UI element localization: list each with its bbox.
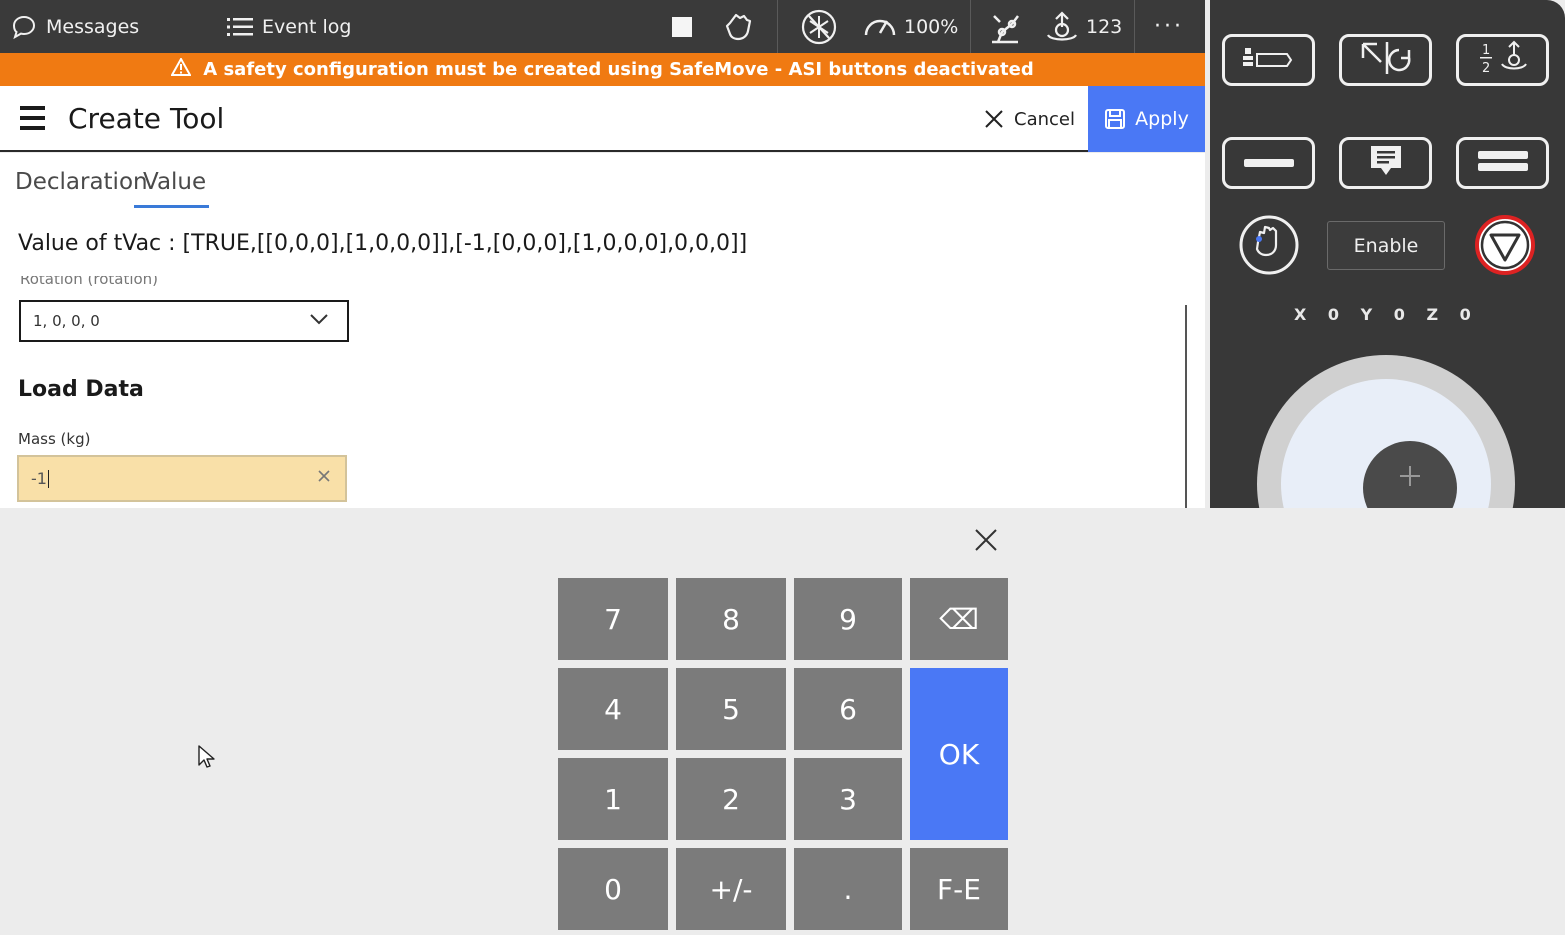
cancel-label: Cancel: [1014, 108, 1075, 130]
half-increment-icon: 12: [1472, 38, 1534, 82]
numeric-keypad-panel: 7 8 9 ⌫ 4 5 6 OK 1 2 3 0 +/- . F-E: [0, 508, 1565, 935]
tool-select-button[interactable]: [1222, 34, 1315, 86]
joystick-ring: [1257, 355, 1515, 508]
load-data-heading: Load Data: [18, 377, 144, 402]
xyz-readout: X 0 Y 0 Z 0: [1294, 305, 1473, 324]
text-caret: [47, 469, 49, 488]
key-1[interactable]: 1: [558, 758, 668, 840]
backspace-icon: ⌫: [939, 602, 979, 636]
messages-button[interactable]: Messages: [10, 0, 139, 53]
jog-increment-button[interactable]: 123: [1044, 0, 1122, 53]
cancel-button[interactable]: Cancel: [983, 86, 1075, 152]
mass-label: Mass (kg): [18, 430, 91, 448]
motor-off-button[interactable]: [800, 0, 838, 53]
robot-arm-icon: [986, 8, 1024, 46]
rotation-value: 1, 0, 0, 0: [33, 312, 100, 330]
mechanical-unit-button[interactable]: [986, 0, 1024, 53]
key-5[interactable]: 5: [676, 668, 786, 750]
backspace-key[interactable]: ⌫: [910, 578, 1008, 660]
speed-button[interactable]: 100%: [862, 0, 958, 53]
motor-off-icon: [800, 8, 838, 46]
chat-bubble-icon: [10, 14, 38, 40]
hold-to-run-button[interactable]: [1238, 214, 1300, 280]
mass-input[interactable]: -1: [17, 455, 347, 502]
stop-square-icon: [671, 16, 693, 38]
stop-button[interactable]: [671, 0, 693, 53]
page-header: Create Tool Cancel Apply: [0, 86, 1205, 152]
key-4[interactable]: 4: [558, 668, 668, 750]
key-8[interactable]: 8: [676, 578, 786, 660]
eventlog-button[interactable]: Event log: [226, 0, 351, 53]
scrollbar[interactable]: [1185, 305, 1187, 508]
flexpendant-panel: 12 Enable X 0 Y 0 Z 0: [1210, 0, 1565, 508]
banner-text: A safety configuration must be created u…: [203, 59, 1034, 80]
hand-press-icon: [1238, 215, 1300, 280]
active-tab-indicator: [134, 205, 209, 208]
speedometer-icon: [862, 11, 898, 43]
page-title: Create Tool: [68, 102, 225, 135]
top-bar: Messages Event log 100% 123 ···: [0, 0, 1205, 53]
programmable-key-1[interactable]: [1222, 137, 1315, 189]
warning-triangle-icon: [170, 56, 192, 81]
chevron-down-icon: [309, 312, 329, 330]
tab-value[interactable]: Value: [143, 169, 206, 195]
hand-icon: [722, 9, 758, 45]
more-menu-button[interactable]: ···: [1154, 0, 1184, 53]
ok-button[interactable]: OK: [910, 668, 1008, 840]
programmable-key-2[interactable]: [1339, 137, 1432, 189]
key-9[interactable]: 9: [794, 578, 902, 660]
keypad-close-icon[interactable]: [972, 526, 1000, 558]
mass-value: -1: [31, 469, 47, 488]
increment-joystick-icon: [1044, 9, 1080, 45]
divider: [1134, 0, 1135, 53]
plus-minus-key[interactable]: +/-: [676, 848, 786, 930]
jog-increment-value: 123: [1086, 15, 1123, 38]
plus-icon: [1398, 461, 1422, 508]
key-7[interactable]: 7: [558, 578, 668, 660]
key-6[interactable]: 6: [794, 668, 902, 750]
messages-label: Messages: [46, 15, 140, 38]
eventlog-label: Event log: [262, 15, 352, 38]
form-content: Declaration Value Value of tVac : [TRUE,…: [0, 153, 1205, 508]
rotation-dropdown[interactable]: 1, 0, 0, 0: [19, 300, 349, 342]
save-disk-icon: [1104, 108, 1126, 130]
divider: [970, 0, 971, 53]
close-icon: [983, 108, 1005, 130]
hand-guide-button[interactable]: [722, 0, 758, 53]
list-icon: [226, 15, 254, 39]
key-2[interactable]: 2: [676, 758, 786, 840]
emergency-stop-button[interactable]: [1474, 214, 1536, 280]
safety-warning-banner: A safety configuration must be created u…: [0, 53, 1205, 86]
svg-text:1: 1: [1482, 43, 1490, 58]
mouse-pointer-icon: [197, 744, 215, 774]
minus-bar-icon: [1242, 154, 1296, 173]
tool-icon: [1239, 42, 1299, 78]
programmable-key-3[interactable]: [1456, 137, 1549, 189]
increment-half-button[interactable]: 12: [1456, 34, 1549, 86]
reorient-button[interactable]: [1339, 34, 1432, 86]
clear-icon[interactable]: [317, 467, 331, 488]
apply-label: Apply: [1135, 108, 1189, 130]
tab-declaration[interactable]: Declaration: [15, 169, 148, 195]
decimal-key[interactable]: .: [794, 848, 902, 930]
key-3[interactable]: 3: [794, 758, 902, 840]
note-icon: [1369, 144, 1403, 182]
speed-value: 100%: [904, 15, 959, 38]
reorient-arrow-icon: [1355, 40, 1417, 80]
joystick-pad[interactable]: [1281, 379, 1491, 508]
double-bar-icon: [1476, 150, 1530, 176]
hamburger-menu-icon[interactable]: [20, 106, 45, 130]
fe-key[interactable]: F-E: [910, 848, 1008, 930]
joystick-knob[interactable]: [1363, 441, 1457, 508]
svg-text:2: 2: [1482, 61, 1490, 76]
enable-button[interactable]: Enable: [1327, 221, 1445, 270]
value-summary: Value of tVac : [TRUE,[[0,0,0],[1,0,0,0]…: [18, 231, 748, 256]
key-0[interactable]: 0: [558, 848, 668, 930]
divider: [777, 0, 778, 53]
rotation-label: Rotation (rotation): [20, 276, 159, 288]
apply-button[interactable]: Apply: [1088, 86, 1205, 152]
emergency-stop-icon: [1474, 215, 1536, 280]
